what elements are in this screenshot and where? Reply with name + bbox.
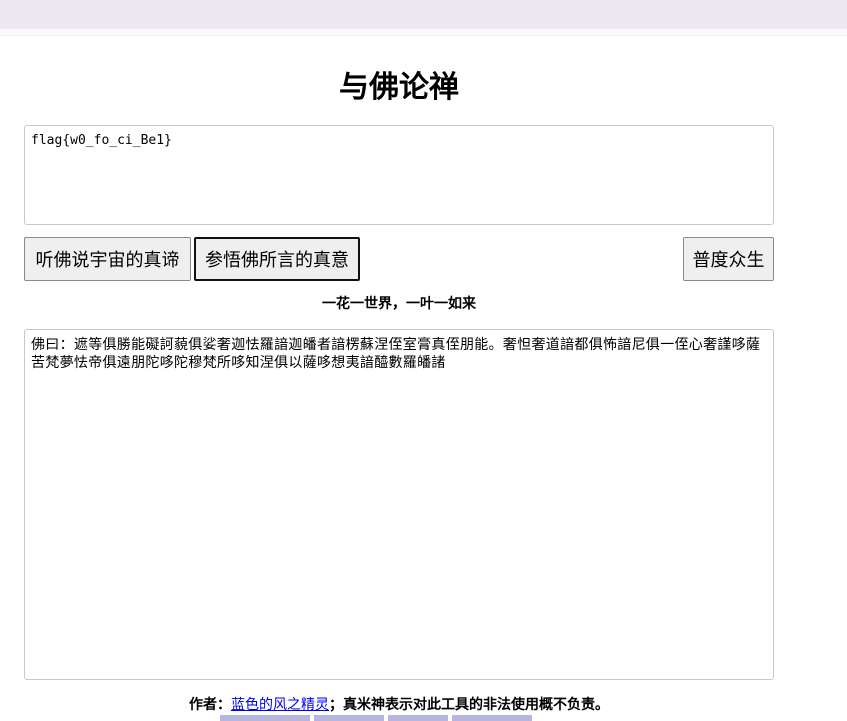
plain-text-input[interactable]: flag{w0_fo_ci_Be1} [24,125,774,225]
motto-text: 一花一世界，一叶一如来 [322,296,476,312]
cipher-text-output[interactable]: 佛曰：遮等俱勝能礙訶藐俱娑奢迦怯羅諳迦皤者諳楞蘇涅侄室膏真侄朋能。奢怛奢道諳都俱… [24,329,774,680]
author-link[interactable]: 蓝色的风之精灵 [231,697,329,713]
disclaimer-text: ；真米神表示对此工具的非法使用概不负责。 [329,697,609,713]
author-label: 作者： [189,697,231,713]
browser-top-bar [0,0,847,28]
footer-second-line-cropped [0,713,798,721]
decode-button[interactable]: 参悟佛所言的真意 [194,237,360,281]
save-button[interactable]: 普度众生 [683,237,774,281]
footer: 作者：蓝色的风之精灵；真米神表示对此工具的非法使用概不负责。 [0,695,798,715]
page-title: 与佛论禅 [339,70,459,105]
top-divider [0,28,847,36]
encode-button[interactable]: 听佛说宇宙的真谛 [24,237,191,281]
